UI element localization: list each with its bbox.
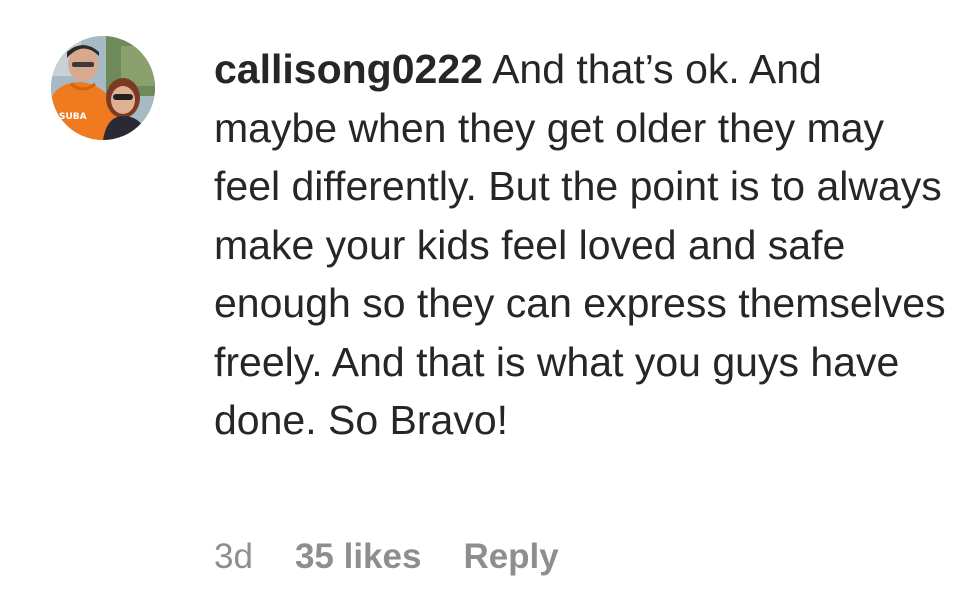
comment-text: And that’s ok. And maybe when they get o… (214, 46, 946, 443)
comment-username[interactable]: callisong0222 (214, 46, 483, 92)
comment-meta: 3d 35 likes Reply (214, 533, 559, 581)
avatar[interactable]: SUBA (51, 36, 155, 140)
avatar-photo-icon: SUBA (51, 36, 155, 140)
comment-item: SUBA callisong0222 And that’s ok. And ma… (0, 0, 980, 596)
reply-button[interactable]: Reply (463, 537, 558, 577)
comment-body: callisong0222 And that’s ok. And maybe w… (214, 40, 954, 450)
svg-text:SUBA: SUBA (59, 112, 87, 122)
comment-timestamp: 3d (214, 537, 253, 576)
comment-likes-link[interactable]: 35 likes (295, 537, 422, 577)
